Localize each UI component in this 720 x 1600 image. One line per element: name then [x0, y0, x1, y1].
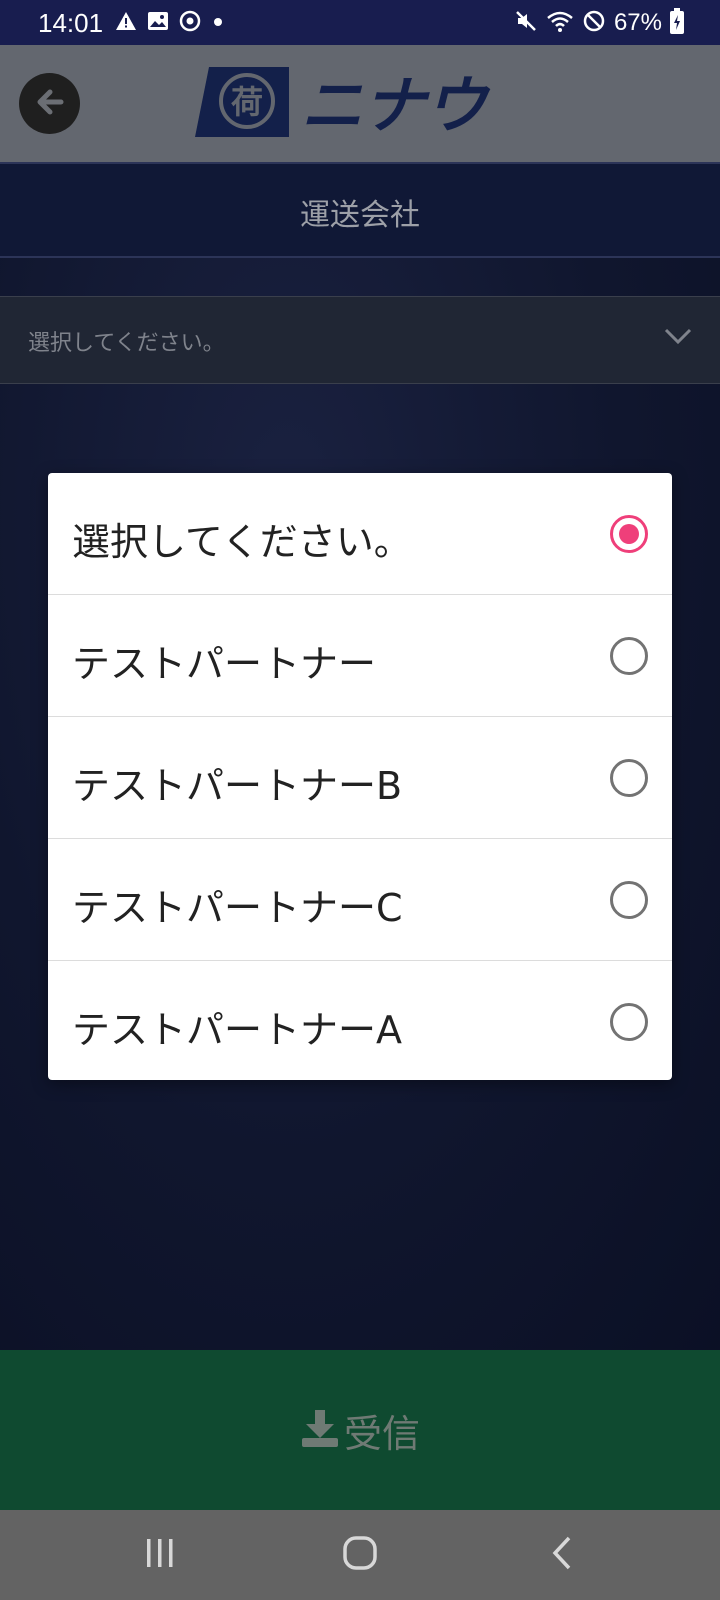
- app-logo: 荷 ニナウ: [195, 63, 525, 143]
- option-label: テストパートナーB: [72, 764, 403, 808]
- recent-apps-icon: [143, 1536, 177, 1574]
- dropdown-placeholder: 選択してください。: [28, 331, 225, 356]
- chevron-down-icon: [664, 327, 692, 349]
- recent-apps-button[interactable]: [130, 1530, 190, 1580]
- radio-unselected-icon[interactable]: [610, 759, 648, 797]
- warning-icon: [115, 11, 137, 35]
- section-title: 運送会社: [300, 198, 420, 233]
- radio-unselected-icon[interactable]: [610, 637, 648, 675]
- battery-percent: 67%: [613, 9, 662, 36]
- option-label: テストパートナー: [72, 642, 377, 686]
- system-nav-bar: [0, 1510, 720, 1600]
- app-header: 荷 ニナウ: [0, 45, 720, 162]
- nav-back-button[interactable]: [532, 1530, 592, 1580]
- mute-icon: [514, 9, 538, 37]
- option-test-partner-b[interactable]: テストパートナーB: [48, 717, 672, 839]
- section-header: 運送会社: [0, 162, 720, 258]
- image-icon: [147, 11, 169, 35]
- option-label: テストパートナーC: [72, 886, 403, 930]
- option-label: テストパートナーA: [72, 1008, 402, 1052]
- back-arrow-icon: [33, 85, 67, 123]
- option-test-partner[interactable]: テストパートナー: [48, 595, 672, 717]
- radio-unselected-icon[interactable]: [610, 1003, 648, 1041]
- logo-text: ニナウ: [301, 69, 491, 142]
- option-placeholder[interactable]: 選択してください。: [48, 473, 672, 595]
- status-left-icons: [115, 10, 225, 36]
- home-icon: [342, 1535, 378, 1575]
- dot-icon: [211, 14, 225, 33]
- back-icon: [547, 1535, 577, 1575]
- option-test-partner-c[interactable]: テストパートナーC: [48, 839, 672, 961]
- option-test-partner-a[interactable]: テストパートナーA: [48, 961, 672, 1080]
- radio-selected-icon[interactable]: [610, 515, 648, 553]
- receive-label: 受信: [343, 1411, 420, 1456]
- receive-button[interactable]: 受信: [0, 1350, 720, 1510]
- home-button[interactable]: [330, 1530, 390, 1580]
- carrier-select-dialog: 選択してください。 テストパートナー テストパートナーB テストパートナーC テ…: [48, 473, 672, 1080]
- wifi-icon: [546, 9, 574, 37]
- download-icon: [300, 1408, 340, 1452]
- status-time: 14:01: [38, 8, 104, 38]
- status-bar: 14:01 67%: [0, 0, 720, 45]
- logo-mark: 荷: [231, 83, 263, 121]
- radio-unselected-icon[interactable]: [610, 881, 648, 919]
- status-right-icons: 67%: [514, 6, 684, 40]
- receive-content: 受信: [0, 1350, 720, 1510]
- option-label: 選択してください。: [72, 520, 412, 564]
- dnd-icon: [582, 9, 606, 37]
- sync-icon: [179, 10, 201, 36]
- battery-charging-icon: [670, 8, 684, 38]
- carrier-dropdown[interactable]: 選択してください。: [0, 296, 720, 384]
- back-button[interactable]: [19, 73, 80, 134]
